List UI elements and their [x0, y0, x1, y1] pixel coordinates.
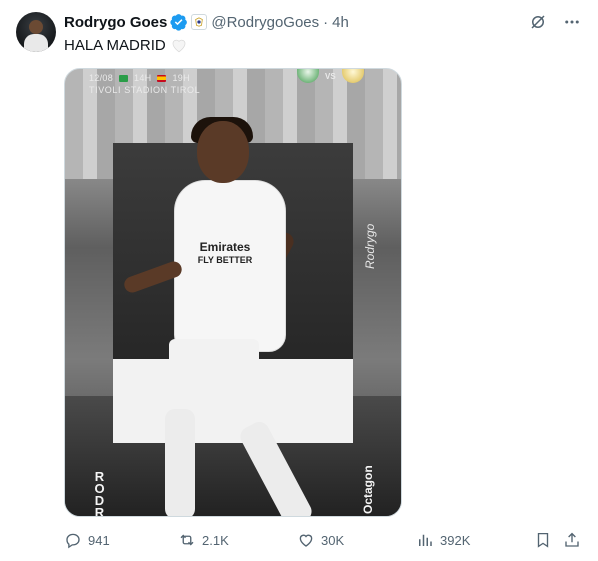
brazil-flag-icon [119, 74, 129, 82]
opponent-crest-icon [297, 69, 319, 83]
match-date: 12/08 [89, 73, 114, 83]
like-button[interactable]: 30K [297, 529, 344, 551]
avatar-head [29, 20, 43, 34]
match-venue: TIVOLI STADION TIROL [89, 85, 201, 95]
grok-icon[interactable] [528, 12, 548, 32]
tweet-action-bar: 941 2.1K 30K 392K [64, 529, 584, 551]
real-madrid-crest-icon [341, 69, 364, 83]
reply-button[interactable]: 941 [64, 529, 110, 551]
match-time-es: 19H [172, 73, 190, 83]
match-time-br: 14H [134, 73, 152, 83]
club-logos: VS [297, 69, 364, 83]
player-leg [165, 409, 195, 516]
spain-flag-icon [157, 74, 167, 82]
views-icon [419, 534, 432, 546]
share-button[interactable] [563, 529, 581, 551]
more-options-icon[interactable] [562, 12, 582, 32]
octagon-brand-mark: Octagon [361, 465, 375, 514]
reply-count: 941 [88, 532, 110, 548]
player-signature: Rodrygo [363, 223, 377, 269]
header-separator: · [323, 13, 329, 31]
share-icon [565, 532, 579, 547]
author-handle[interactable]: @RodrygoGoes [211, 14, 319, 31]
bookmark-icon [537, 532, 549, 548]
repost-icon [180, 534, 194, 546]
sponsor-line-1: Emirates [199, 240, 251, 254]
rodry-brand-mark: RODRY [94, 469, 106, 517]
verified-badge-icon [170, 13, 188, 31]
bookmark-button[interactable] [534, 529, 552, 551]
affiliation-badge-icon[interactable] [191, 14, 208, 30]
reply-icon [66, 533, 80, 549]
tweet-body: HALA MADRID [64, 36, 188, 54]
author-avatar[interactable] [16, 12, 56, 52]
sponsor-line-2: FLY BETTER [197, 255, 253, 265]
jersey-sponsor: Emirates FLY BETTER [185, 241, 265, 267]
tweet-timestamp[interactable]: 4h [332, 14, 349, 31]
like-count: 30K [321, 532, 345, 548]
views-count: 392K [440, 532, 471, 548]
avatar-shirt [24, 34, 48, 52]
tweet-media-image[interactable]: 12/08 14H 19H TIVOLI STADION TIROL VS Em… [64, 68, 402, 517]
header-actions [528, 12, 582, 32]
repost-count: 2.1K [202, 532, 229, 548]
player-head [197, 121, 249, 183]
repost-button[interactable]: 2.1K [178, 529, 229, 551]
author-name[interactable]: Rodrygo Goes [64, 14, 167, 31]
tweet-header: Rodrygo Goes @RodrygoGoes · 4h [64, 12, 582, 32]
like-icon [299, 534, 313, 547]
views-button[interactable]: 392K [416, 529, 470, 551]
white-heart-icon [170, 36, 188, 54]
versus-label: VS [325, 71, 336, 81]
player-shorts [169, 339, 259, 409]
match-date-line: 12/08 14H 19H [89, 73, 190, 83]
tweet-text: HALA MADRID [64, 36, 166, 54]
